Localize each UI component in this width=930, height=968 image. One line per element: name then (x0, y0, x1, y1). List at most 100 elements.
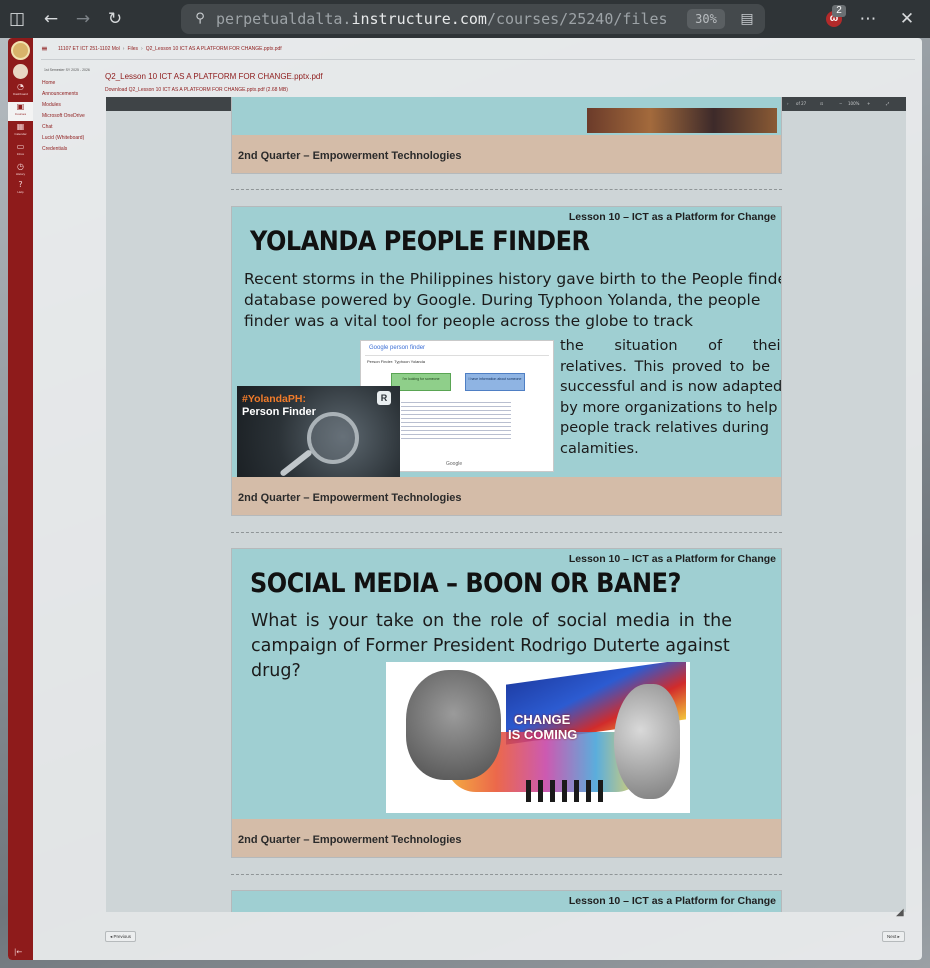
fullscreen-icon[interactable]: ⤢ (886, 100, 889, 108)
calendar-icon: ▦ (16, 122, 25, 131)
slide-footer: 2nd Quarter – Empowerment Technologies (232, 477, 781, 515)
header-divider (41, 59, 915, 60)
text-line: successful and is now adapted (560, 379, 782, 395)
gnav-courses[interactable]: ▣ Courses (8, 102, 33, 121)
text-line: relatives. This proved to be (560, 358, 771, 375)
slide-lesson-label: Lesson 10 – ICT as a Platform for Change (568, 553, 776, 565)
text-line: finder was a vital tool for people acros… (244, 312, 693, 330)
magnifier-handle (279, 448, 313, 478)
sidebar-toggle-icon[interactable]: ◫ (4, 6, 30, 32)
finder-info-text (401, 399, 511, 439)
zoom-level[interactable]: 100% (848, 100, 859, 108)
dashboard-icon: ◔ (17, 82, 24, 91)
gnav-label: History (15, 172, 26, 176)
more-menu-icon[interactable]: ⋯ (855, 6, 881, 32)
site-info-icon[interactable]: ⚲ (191, 10, 209, 28)
text-line: database powered by Google. During Typho… (244, 291, 761, 309)
course-nav-chat[interactable]: Chat (42, 122, 102, 133)
gnav-label: Calendar (14, 132, 27, 136)
text-line: Recent storms in the Philippines history… (244, 270, 782, 288)
fit-page-icon[interactable]: ⊡ (820, 100, 823, 108)
page-title: Q2_Lesson 10 ICT AS A PLATFORM FOR CHANG… (105, 72, 323, 81)
text-line: calamities. (560, 440, 639, 457)
global-navigation: ◔ Dashboard ▣ Courses ▦ Calendar ▭ Inbox… (8, 38, 33, 960)
slide-footer-text: 2nd Quarter – Empowerment Technologies (238, 834, 462, 846)
back-icon[interactable]: ← (38, 6, 64, 32)
page-window: ◔ Dashboard ▣ Courses ▦ Calendar ▭ Inbox… (8, 38, 922, 960)
gnav-label: Inbox (16, 152, 25, 156)
text-line: What is your take on the role of social … (251, 611, 732, 631)
next-button[interactable]: Next ▸ (882, 931, 905, 942)
portrait-man (406, 670, 501, 780)
course-nav-lucid[interactable]: Lucid (Whiteboard) (42, 133, 102, 144)
extension-badge: 2 (832, 5, 846, 17)
separator (365, 355, 549, 356)
slide-heading: SOCIAL MEDIA – BOON OR BANE? (250, 567, 681, 599)
text-line: by more organizations to help (560, 399, 778, 416)
badge-hashtag: #YolandaPH: (242, 393, 306, 405)
text-line: people track relatives during (560, 420, 769, 436)
reload-icon[interactable]: ↻ (102, 6, 128, 32)
school-logo[interactable] (11, 41, 30, 60)
text-line: campaign of Former President Rodrigo Dut… (251, 636, 730, 656)
breadcrumb-course[interactable]: 11107 ET ICT 251-1102 Mol (58, 46, 120, 52)
slide-lesson-label: Lesson 10 – ICT as a Platform for Change (568, 211, 776, 223)
gnav-help[interactable]: ? Help (8, 180, 33, 199)
url-text[interactable]: perpetualdalta.instructure.com/courses/2… (216, 10, 681, 28)
gnav-label: Courses (14, 112, 27, 116)
zoom-indicator[interactable]: 30% (687, 9, 725, 29)
slide-yolanda: Lesson 10 – ICT as a Platform for Change… (231, 206, 782, 516)
gnav-history[interactable]: ◷ History (8, 162, 33, 181)
courses-icon: ▣ (16, 102, 25, 111)
yolanda-ph-badge-image: #YolandaPH: Person Finder R (237, 386, 400, 478)
badge-title: Person Finder (242, 406, 316, 418)
address-bar[interactable]: ⚲ perpetualdalta.instructure.com/courses… (181, 4, 765, 34)
course-nav-modules[interactable]: Modules (42, 100, 102, 111)
inbox-icon: ▭ (16, 142, 25, 151)
zoom-in-icon[interactable]: + (867, 100, 870, 108)
page-divider (231, 874, 782, 875)
slide-previous: 2nd Quarter – Empowerment Technologies (231, 97, 782, 174)
browser-toolbar: ◫ ← → ↻ ⚲ perpetualdalta.instructure.com… (0, 0, 930, 38)
close-icon[interactable]: ✕ (894, 6, 920, 32)
forward-icon[interactable]: → (70, 6, 96, 32)
course-nav-home[interactable]: Home (42, 78, 102, 89)
history-icon: ◷ (17, 162, 24, 171)
download-link[interactable]: Download Q2_Lesson 10 ICT AS A PLATFORM … (105, 87, 288, 94)
breadcrumb-files[interactable]: Files (127, 46, 138, 52)
avatar[interactable] (13, 64, 28, 79)
gnav-dashboard[interactable]: ◔ Dashboard (8, 82, 33, 101)
portrait-woman (614, 684, 680, 799)
change-is-coming-poster: CHANGE IS COMING (386, 662, 690, 813)
slide-lesson-label: Lesson 10 – ICT as a Platform for Change (568, 895, 776, 907)
slide-next: Lesson 10 – ICT as a Platform for Change (231, 890, 782, 912)
gnav-inbox[interactable]: ▭ Inbox (8, 142, 33, 161)
course-nav-onedrive[interactable]: Microsoft OneDrive (42, 111, 102, 122)
course-nav-announcements[interactable]: Announcements (42, 89, 102, 100)
reader-mode-icon[interactable]: ▤ (737, 9, 757, 29)
pdf-viewer[interactable]: Page ‹ 16 › of 27 ⊡ − 100% + ⤢ 2nd Quart… (106, 97, 906, 912)
page-total: of 27 (796, 101, 807, 106)
zoom-out-icon[interactable]: − (839, 100, 842, 108)
google-footer-logo: Google (446, 461, 463, 467)
next-page-icon[interactable]: › (787, 100, 789, 108)
collapse-nav-icon[interactable]: |← (14, 948, 22, 956)
gnav-label: Help (17, 190, 24, 194)
page-divider (231, 532, 782, 533)
gnav-calendar[interactable]: ▦ Calendar (8, 122, 33, 141)
text-line: the situation of their (560, 338, 782, 354)
slide-footer-text: 2nd Quarter – Empowerment Technologies (238, 492, 462, 504)
slide-heading: YOLANDA PEOPLE FINDER (250, 225, 590, 257)
looking-for-button: I'm looking for someone (391, 373, 451, 391)
google-logo: Google person finder (369, 345, 426, 351)
previous-button[interactable]: ◂ Previous (105, 931, 137, 942)
course-menu-toggle-icon[interactable]: ≡ (41, 45, 50, 53)
breadcrumb: 11107 ET ICT 251-1102 Mol › Files › Q2_Lesso… (58, 46, 282, 52)
slide-footer-text: 2nd Quarter – Empowerment Technologies (238, 150, 462, 162)
gnav-label: Dashboard (13, 92, 28, 96)
breadcrumb-file: Q2_Lesson 10 ICT AS A PLATFORM FOR CHANG… (145, 46, 282, 52)
slide-photo (587, 108, 777, 133)
resize-handle-icon[interactable]: ◢ (896, 907, 907, 918)
course-nav-credentials[interactable]: Credentials (42, 144, 102, 155)
slide-side-text: the situation of their relatives. This p… (560, 336, 782, 459)
